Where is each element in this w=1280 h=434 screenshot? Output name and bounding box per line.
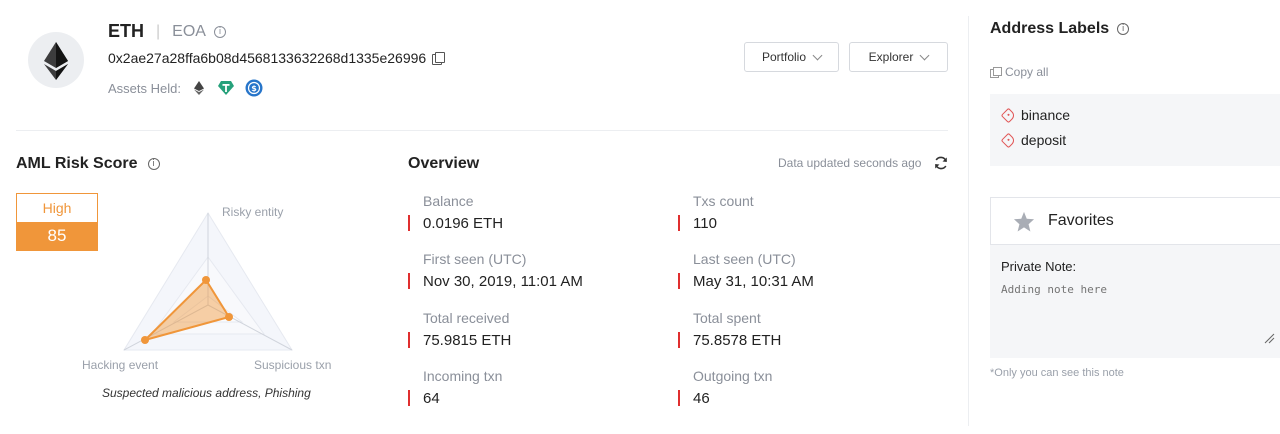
axis-label-hacking-event: Hacking event (82, 358, 159, 372)
risk-radar-chart (123, 212, 293, 351)
stat-first-seen: First seen (UTC) Nov 30, 2019, 11:01 AM (408, 251, 583, 291)
copy-address-icon[interactable] (432, 51, 446, 65)
stat-total-received: Total received 75.9815 ETH (408, 310, 511, 350)
risk-point-hacking-event (141, 336, 149, 344)
assets-held-label: Assets Held: (108, 80, 181, 96)
overview-title: Overview (408, 155, 480, 172)
eth-logo-avatar (28, 32, 84, 88)
data-updated-text: Data updated seconds ago (778, 156, 922, 170)
stat-last-seen: Last seen (UTC) May 31, 10:31 AM (678, 251, 814, 291)
axis-label-suspicious-txn: Suspicious txn (254, 358, 332, 372)
resize-handle-icon[interactable] (1263, 332, 1275, 344)
stat-balance: Balance 0.0196 ETH (408, 193, 503, 233)
favorites-title: Favorites (1048, 212, 1114, 229)
risk-level-badge: High 85 (16, 193, 98, 251)
risk-point-risky-entity (202, 276, 210, 284)
title-separator: | (156, 22, 161, 40)
address-text: 0x2ae27a28ffa6b08d4568133632268d1335e269… (108, 50, 427, 66)
account-type: EOA (172, 22, 206, 40)
svg-text:$: $ (251, 84, 257, 93)
labels-info-icon[interactable]: i (1117, 23, 1130, 35)
labels-box: binance deposit (990, 94, 1280, 166)
tag-icon (1000, 107, 1017, 123)
copy-icon (990, 66, 1002, 78)
explorer-button[interactable]: Explorer (849, 42, 948, 72)
account-type-info-icon[interactable]: i (213, 25, 226, 38)
chevron-down-icon (812, 50, 823, 60)
private-note-input[interactable] (1001, 283, 1269, 345)
header-divider (16, 130, 948, 131)
aml-info-icon[interactable]: i (147, 158, 160, 170)
refresh-icon[interactable] (933, 155, 949, 171)
chain-name: ETH (108, 21, 144, 41)
risk-score-value: 85 (17, 222, 97, 250)
label-item-deposit[interactable]: deposit (1000, 132, 1066, 148)
right-panel-divider (968, 16, 969, 426)
label-item-binance[interactable]: binance (1000, 107, 1070, 123)
private-note-hint: *Only you can see this note (990, 367, 1124, 379)
risk-level-text: High (17, 194, 97, 222)
usdt-icon[interactable] (217, 80, 235, 96)
risk-point-suspicious-txn (225, 313, 233, 321)
copy-all-button[interactable]: Copy all (990, 65, 1048, 79)
star-icon[interactable] (1013, 211, 1035, 232)
portfolio-button[interactable]: Portfolio (744, 42, 839, 72)
address-labels-title: Address Labels (990, 20, 1110, 37)
chevron-down-icon (919, 50, 930, 60)
risk-caption: Suspected malicious address, Phishing (102, 386, 311, 400)
stat-total-spent: Total spent 75.8578 ETH (678, 310, 781, 350)
stat-txs-count: Txs count 110 (678, 193, 754, 233)
axis-label-risky-entity: Risky entity (222, 205, 284, 219)
private-note-label: Private Note: (1001, 259, 1077, 274)
stat-incoming-txn: Incoming txn 64 (408, 368, 502, 408)
eth-icon[interactable] (191, 80, 207, 96)
usdc-icon[interactable]: $ (245, 79, 263, 97)
tag-icon (1000, 132, 1017, 148)
private-note-box: Private Note: (990, 245, 1280, 358)
aml-title: AML Risk Score (16, 155, 138, 172)
stat-outgoing-txn: Outgoing txn 46 (678, 368, 772, 408)
eth-logo-icon (44, 42, 68, 80)
favorites-card: Favorites (990, 197, 1280, 245)
